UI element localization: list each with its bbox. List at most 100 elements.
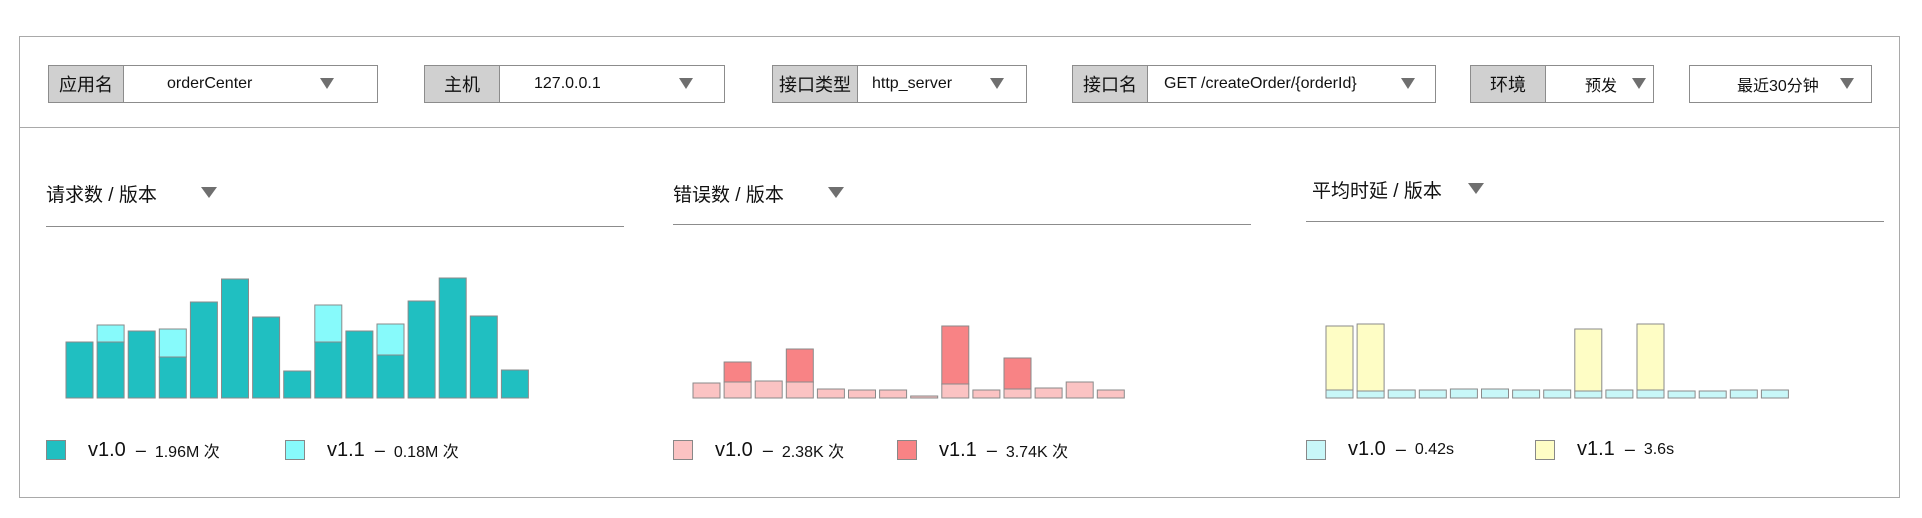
bar-v1-0-8 (1543, 389, 1572, 399)
bar-v1-1-4 (785, 348, 814, 383)
app-select-value: orderCenter (167, 75, 253, 92)
app-filter-label: 应用名 (49, 66, 124, 102)
bar-v1-1-9 (941, 325, 970, 385)
bar-v1-0-11 (376, 354, 405, 399)
interface-name-filter-label: 接口名 (1073, 66, 1148, 102)
legend-total: 1.96M 次 (154, 444, 220, 461)
host-select[interactable]: 127.0.0.1 (500, 66, 724, 102)
interface-type-select[interactable]: http_server (858, 66, 1026, 102)
time-range-filter[interactable]: 最近30分钟 (1689, 65, 1872, 103)
bar-v1-1-9 (1574, 328, 1603, 392)
legend-separator: – (762, 439, 773, 460)
bar-v1-0-2 (723, 381, 752, 399)
bar-v1-0-15 (500, 369, 529, 399)
legend-item-v1-1: v1.1 – 0.18M 次 (285, 438, 459, 462)
bar-v1-0-13 (1065, 381, 1094, 399)
bar-v1-0-2 (1356, 390, 1385, 399)
bar-v1-0-10 (345, 330, 374, 399)
bar-v1-1-4 (158, 328, 187, 358)
bar-v1-1-11 (376, 323, 405, 356)
bar-v1-0-1 (692, 382, 721, 399)
bar-v1-1-2 (96, 324, 125, 343)
legend-version: v1.1 (939, 438, 977, 461)
bar-v1-0-9 (941, 383, 970, 399)
bar-v1-0-13 (438, 277, 467, 399)
bar-v1-0-10 (972, 389, 1001, 399)
legend-version: v1.0 (715, 438, 753, 461)
app-filter[interactable]: 应用名 orderCenter (48, 65, 378, 103)
interface-name-filter[interactable]: 接口名 GET /createOrder/{orderId} (1072, 65, 1436, 103)
time-range-select[interactable]: 最近30分钟 (1690, 66, 1871, 102)
chevron-down-icon[interactable] (1401, 78, 1415, 89)
bar-v1-0-15 (1760, 389, 1789, 399)
bar-v1-0-11 (1636, 389, 1665, 399)
bar-v1-0-8 (283, 370, 312, 399)
bar-v1-0-9 (1574, 390, 1603, 399)
chevron-down-icon[interactable] (320, 78, 334, 89)
errors-bar-chart (692, 325, 1125, 399)
app-select[interactable]: orderCenter (124, 66, 377, 102)
chevron-down-icon[interactable] (679, 78, 693, 89)
legend-version: v1.1 (327, 438, 365, 461)
bar-v1-0-11 (1003, 388, 1032, 399)
legend-separator: – (1395, 439, 1406, 459)
legend-total: 3.6s (1643, 440, 1675, 458)
legend-version: v1.0 (88, 438, 126, 461)
legend-item-v1-1: v1.1 – 3.6s (1535, 438, 1674, 461)
legend-separator: – (1624, 439, 1635, 459)
bar-v1-0-5 (1449, 388, 1478, 399)
legend-separator: – (374, 439, 385, 460)
bar-v1-0-6 (848, 389, 876, 399)
latency-bar-chart (1325, 323, 1789, 399)
bar-v1-0-12 (1667, 390, 1696, 399)
bar-v1-0-14 (1096, 389, 1125, 399)
bar-v1-0-7 (879, 389, 908, 399)
chevron-down-icon[interactable] (1840, 78, 1854, 89)
env-filter-label: 环境 (1471, 66, 1546, 102)
legend-total: 0.42s (1414, 440, 1454, 458)
chevron-down-icon[interactable] (1632, 78, 1646, 89)
bar-v1-0-8 (910, 395, 939, 399)
legend-item-v1-0: v1.0 – 0.42s (1306, 438, 1454, 461)
bar-v1-0-12 (407, 300, 436, 399)
bar-v1-0-3 (127, 330, 156, 399)
legend-swatch (46, 440, 66, 460)
bar-v1-0-3 (1387, 389, 1416, 399)
host-filter[interactable]: 主机 127.0.0.1 (424, 65, 725, 103)
bar-v1-0-3 (754, 380, 783, 399)
chevron-down-icon[interactable] (990, 78, 1004, 89)
requests-panel: 请求数 / 版本 v1.0 – 1.96M 次 v1.1 – 0.18M 次 (46, 149, 624, 489)
interface-type-filter-label: 接口类型 (773, 66, 858, 102)
bar-v1-1-2 (1356, 323, 1385, 392)
host-filter-label: 主机 (425, 66, 500, 102)
bar-v1-0-6 (221, 278, 249, 399)
interface-type-filter[interactable]: 接口类型 http_server (772, 65, 1027, 103)
bar-v1-0-7 (1512, 389, 1541, 399)
errors-panel: 错误数 / 版本 v1.0 – 2.38K 次 v1.1 – 3.74K 次 (673, 149, 1251, 489)
interface-name-select[interactable]: GET /createOrder/{orderId} (1148, 66, 1435, 102)
latency-panel: 平均时延 / 版本 v1.0 – 0.42s v1.1 – 3.6s (1306, 149, 1884, 489)
bar-v1-0-1 (65, 341, 94, 399)
bar-v1-0-1 (1325, 389, 1354, 399)
legend-swatch (897, 440, 917, 460)
interface-name-select-value: GET /createOrder/{orderId} (1164, 75, 1357, 92)
time-range-select-value: 最近30分钟 (1737, 78, 1819, 95)
legend-total: 3.74K 次 (1005, 444, 1069, 461)
bar-v1-1-2 (723, 361, 752, 383)
bar-v1-0-13 (1698, 390, 1727, 399)
legend-swatch (1535, 439, 1555, 460)
legend-version: v1.0 (1348, 438, 1386, 460)
dashboard-frame: 应用名 orderCenter 主机 127.0.0.1 接口类型 http_s… (19, 36, 1900, 498)
legend-total: 2.38K 次 (781, 444, 845, 461)
bar-v1-1-11 (1636, 323, 1665, 391)
legend-swatch (673, 440, 693, 460)
env-select-value: 预发 (1585, 78, 1618, 95)
env-filter[interactable]: 环境 预发 (1470, 65, 1654, 103)
bar-v1-0-12 (1034, 387, 1063, 399)
legend-swatch (285, 440, 305, 460)
bar-v1-0-10 (1605, 389, 1634, 399)
legend-separator: – (135, 439, 146, 460)
env-select[interactable]: 预发 (1546, 66, 1653, 102)
bar-v1-0-5 (189, 301, 218, 399)
legend-item-v1-1: v1.1 – 3.74K 次 (897, 438, 1068, 462)
